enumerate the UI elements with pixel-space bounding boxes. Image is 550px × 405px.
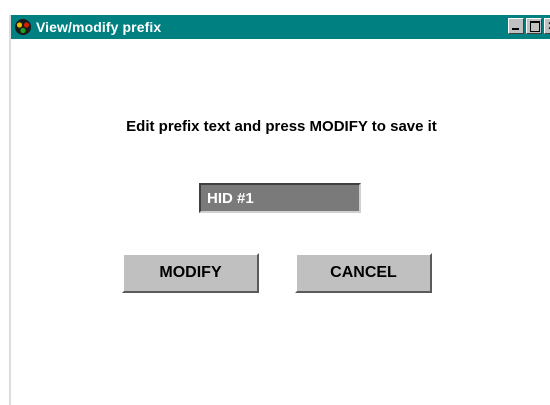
minimize-icon[interactable] xyxy=(508,18,524,34)
instruction-text: Edit prefix text and press MODIFY to sav… xyxy=(126,118,437,135)
cancel-button[interactable]: CANCEL xyxy=(295,253,432,293)
maximize-icon[interactable] xyxy=(526,18,542,34)
traffic-light-icon xyxy=(14,18,32,36)
modify-button[interactable]: MODIFY xyxy=(122,253,259,293)
prefix-input[interactable] xyxy=(199,183,361,213)
title-bar[interactable]: View/modify prefix ✕ xyxy=(11,15,550,39)
screen: View/modify prefix ✕ Edit prefix text an… xyxy=(0,0,550,405)
window-title: View/modify prefix xyxy=(36,19,162,35)
close-icon[interactable]: ✕ xyxy=(544,18,550,34)
dialog-window: View/modify prefix ✕ Edit prefix text an… xyxy=(9,15,550,405)
window-controls: ✕ xyxy=(508,18,550,34)
